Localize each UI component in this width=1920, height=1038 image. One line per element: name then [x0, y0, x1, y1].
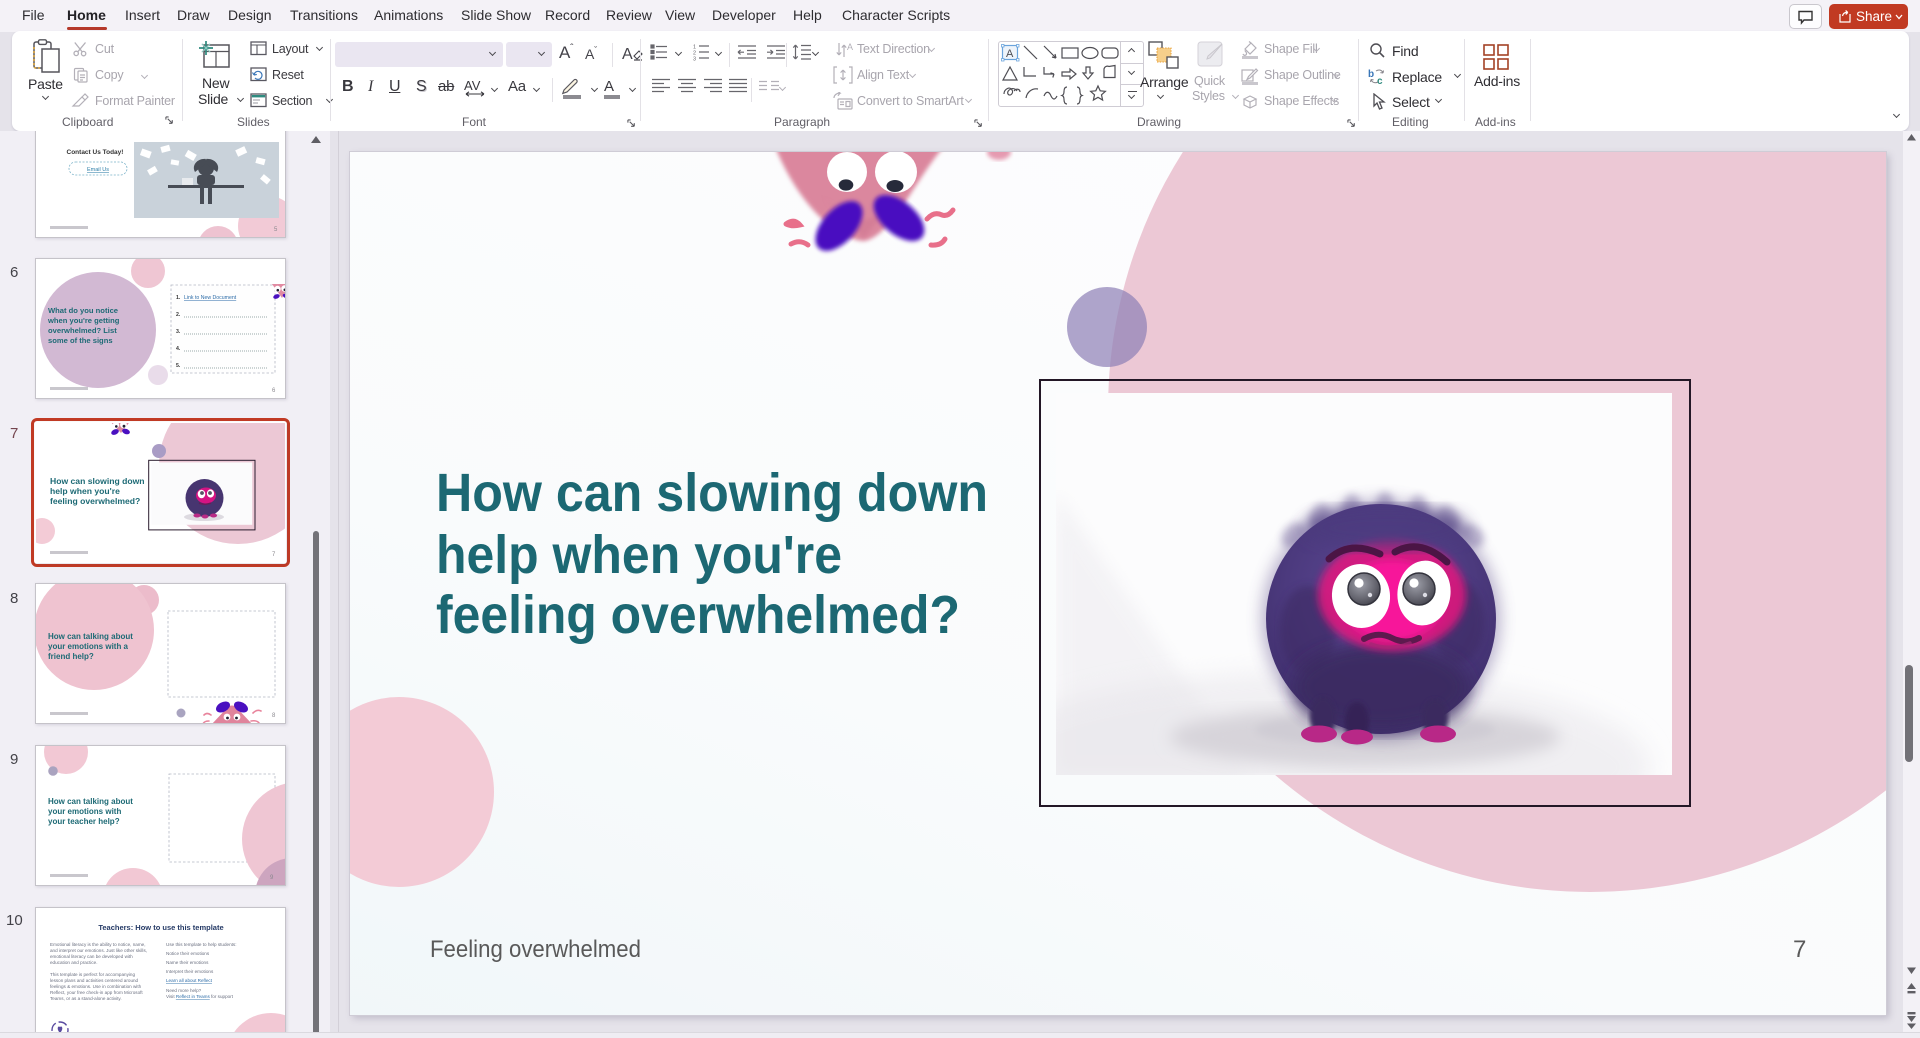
svg-text:7: 7	[272, 552, 276, 558]
svg-text:some of the signs: some of the signs	[48, 336, 113, 345]
svg-text:Link to New Document: Link to New Document	[184, 295, 237, 301]
svg-text:your emotions with a: your emotions with a	[48, 642, 129, 651]
svg-text:How can slowing down: How can slowing down	[436, 463, 988, 523]
svg-text:Teachers: How to use this temp: Teachers: How to use this template	[98, 923, 223, 932]
svg-text:c: c	[1377, 76, 1383, 85]
svg-text:5.: 5.	[176, 363, 181, 369]
svg-text:your emotions with: your emotions with	[48, 807, 121, 816]
svg-text:lesson plans and activities ce: lesson plans and activities centered aro…	[50, 978, 139, 983]
svg-text:What do you notice: What do you notice	[48, 306, 118, 315]
svg-text:Use this template to help stud: Use this template to help students:	[166, 942, 236, 947]
svg-text:help when you're: help when you're	[436, 525, 842, 585]
svg-text:How can talking about: How can talking about	[48, 632, 133, 641]
svg-text:7: 7	[1793, 936, 1806, 963]
svg-text:A: A	[847, 42, 853, 52]
svg-text:2.: 2.	[176, 312, 181, 318]
svg-text:feeling overwhelmed?: feeling overwhelmed?	[436, 585, 960, 645]
svg-text:friend help?: friend help?	[48, 652, 94, 661]
svg-text:Visit Reflect in Teams for sup: Visit Reflect in Teams for support	[166, 994, 234, 999]
svg-text:Feeling overwhelmed: Feeling overwhelmed	[430, 936, 641, 963]
svg-text:when you're getting: when you're getting	[47, 316, 120, 325]
svg-text:emotional literacy can be deve: emotional literacy can be developed with	[50, 954, 133, 959]
svg-text:Learn all about Reflect: Learn all about Reflect	[166, 978, 213, 983]
svg-text:Emotional literacy is the abil: Emotional literacy is the ability to not…	[50, 942, 146, 947]
svg-text:and interpret our emotions. Ju: and interpret our emotions. Just like ot…	[50, 948, 147, 953]
svg-text:AV: AV	[464, 78, 481, 93]
svg-text:A: A	[1006, 48, 1014, 60]
svg-text:Reflect, your free check-in ap: Reflect, your free check-in app from Mic…	[50, 990, 143, 995]
svg-text:Notice their emotions: Notice their emotions	[166, 951, 210, 956]
svg-text:Interpret their emotions: Interpret their emotions	[166, 969, 214, 974]
svg-text:This template is perfect for a: This template is perfect for accompanyin…	[50, 972, 135, 977]
svg-text:Email Us: Email Us	[87, 167, 109, 173]
svg-text:8: 8	[272, 713, 276, 719]
svg-text:3.: 3.	[176, 329, 181, 335]
svg-text:Name their emotions: Name their emotions	[166, 960, 209, 965]
svg-text:your teacher help?: your teacher help?	[48, 817, 120, 826]
svg-text:3: 3	[693, 57, 696, 62]
svg-text:Contact Us Today!: Contact Us Today!	[67, 149, 124, 156]
svg-text:4.: 4.	[176, 346, 181, 352]
svg-text:How can talking about: How can talking about	[48, 797, 133, 806]
svg-text:feelings & emotions. Use in co: feelings & emotions. Use in combination …	[50, 984, 142, 989]
svg-text:overwhelmed? List: overwhelmed? List	[48, 326, 117, 335]
svg-text:help when you're: help when you're	[50, 486, 120, 496]
svg-text:b: b	[1368, 69, 1374, 80]
svg-text:A: A	[622, 46, 633, 63]
svg-text:education and practice.: education and practice.	[50, 960, 98, 965]
svg-text:A: A	[604, 78, 614, 95]
svg-text:Teams, or as a stand-alone act: Teams, or as a stand-alone activity.	[50, 996, 122, 1001]
svg-text:How can slowing down: How can slowing down	[50, 476, 145, 486]
svg-text:Need more help?: Need more help?	[166, 988, 202, 993]
svg-text:1.: 1.	[176, 295, 181, 301]
svg-text:6: 6	[272, 388, 276, 394]
svg-text:feeling overwhelmed?: feeling overwhelmed?	[50, 496, 140, 506]
